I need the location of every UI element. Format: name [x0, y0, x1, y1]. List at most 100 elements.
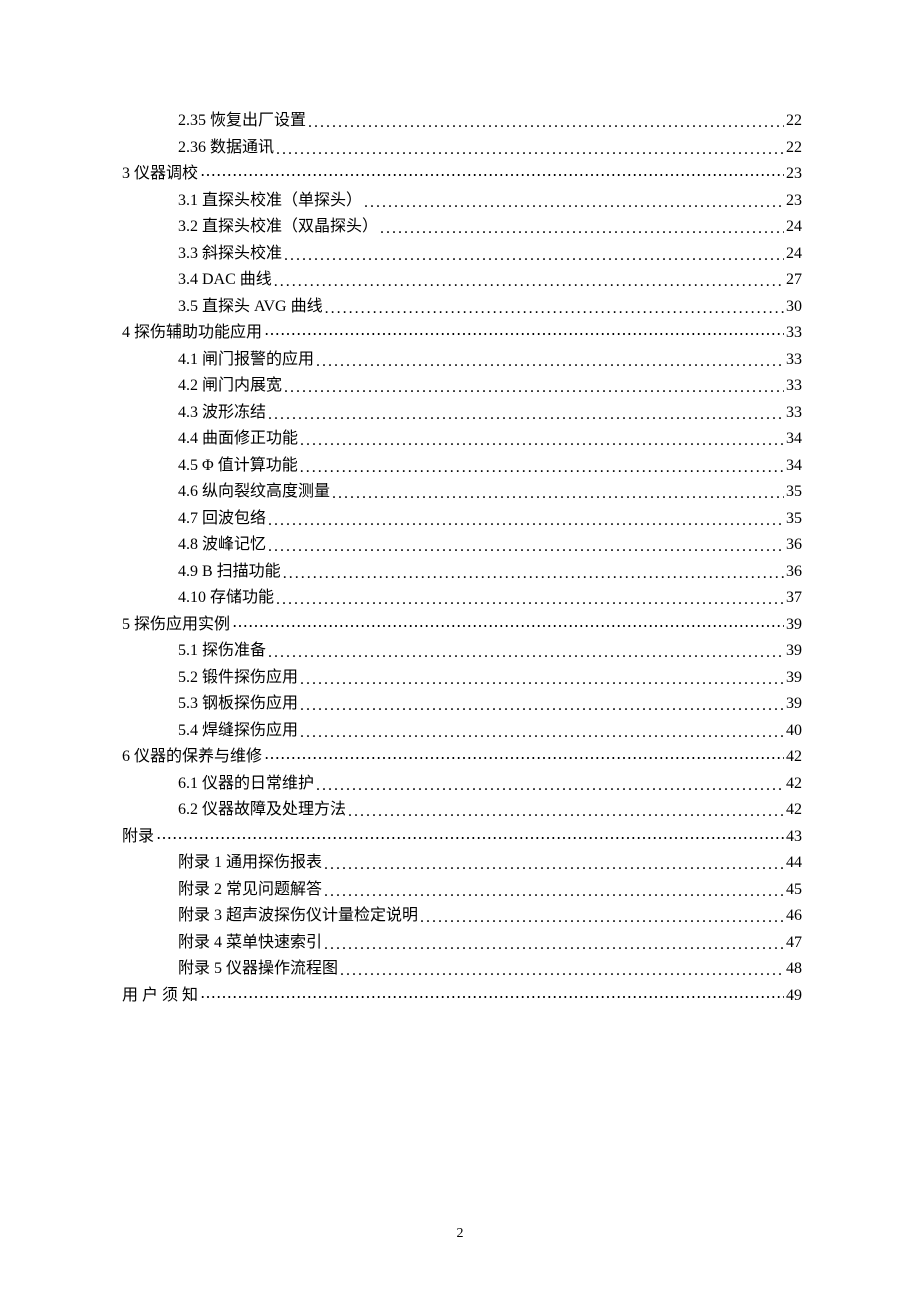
toc-entry-label: 附录 4 菜单快速索引 [178, 930, 322, 957]
toc-entry: 附录 5 仪器操作流程图48 [122, 956, 802, 983]
toc-leader-dots [276, 587, 784, 614]
toc-entry: 4 探伤辅助功能应用 33 [122, 320, 802, 347]
toc-entry-page: 30 [786, 294, 802, 321]
toc-entry-page: 42 [786, 771, 802, 798]
toc-leader-dots [420, 905, 784, 932]
toc-entry-label: 3.2 直探头校准（双晶探头） [178, 214, 378, 241]
toc-leader-dots [324, 932, 784, 959]
toc-entry: 4.3 波形冻结33 [122, 400, 802, 427]
toc-entry: 3 仪器调校23 [122, 161, 802, 188]
toc-leader-dots [300, 667, 784, 694]
toc-leader-dots [325, 296, 784, 323]
toc-entry: 4.9 B 扫描功能36 [122, 559, 802, 586]
toc-entry-page: 24 [786, 241, 802, 268]
toc-entry-page: 36 [786, 559, 802, 586]
toc-entry-label: 用 户 须 知 [122, 983, 198, 1010]
toc-entry-label: 4.4 曲面修正功能 [178, 426, 298, 453]
toc-entry-label: 6.1 仪器的日常维护 [178, 771, 314, 798]
toc-entry: 附录 2 常见问题解答 45 [122, 877, 802, 904]
toc-entry: 附录 1 通用探伤报表44 [122, 850, 802, 877]
toc-entry-label: 4.8 波峰记忆 [178, 532, 266, 559]
toc-entry: 3.4 DAC 曲线27 [122, 267, 802, 294]
toc-entry: 5.2 锻件探伤应用 39 [122, 665, 802, 692]
toc-leader-dots [364, 190, 784, 217]
toc-entry: 4.5 Φ 值计算功能34 [122, 453, 802, 480]
toc-entry-label: 5.4 焊缝探伤应用 [178, 718, 298, 745]
toc-entry-page: 39 [786, 612, 802, 639]
toc-leader-dots [284, 375, 784, 402]
toc-entry-page: 39 [786, 638, 802, 665]
toc-entry-label: 附录 5 仪器操作流程图 [178, 956, 338, 983]
toc-entry-page: 39 [786, 691, 802, 718]
toc-leader-dots [300, 455, 784, 482]
toc-entry: 2.36 数据通讯 22 [122, 135, 802, 162]
toc-entry-page: 23 [786, 161, 802, 188]
toc-entry-label: 5.1 探伤准备 [178, 638, 266, 665]
toc-entry-page: 33 [786, 347, 802, 374]
toc-leader-dots [264, 746, 784, 773]
toc-leader-dots [380, 216, 784, 243]
toc-entry-label: 4.10 存储功能 [178, 585, 274, 612]
toc-entry-page: 47 [786, 930, 802, 957]
toc-container: 2.35 恢复出厂设置222.36 数据通讯223 仪器调校233.1 直探头校… [122, 108, 802, 1009]
toc-entry: 5 探伤应用实例 39 [122, 612, 802, 639]
toc-entry-page: 22 [786, 108, 802, 135]
toc-entry: 用 户 须 知49 [122, 983, 802, 1010]
toc-leader-dots [316, 773, 784, 800]
toc-leader-dots [276, 137, 784, 164]
toc-entry-page: 36 [786, 532, 802, 559]
toc-entry-label: 附录 [122, 824, 154, 851]
toc-leader-dots [232, 614, 784, 641]
toc-entry-page: 45 [786, 877, 802, 904]
toc-entry: 4.10 存储功能37 [122, 585, 802, 612]
toc-leader-dots [340, 958, 784, 985]
toc-entry-page: 34 [786, 453, 802, 480]
toc-entry-label: 4 探伤辅助功能应用 [122, 320, 262, 347]
toc-entry-label: 2.36 数据通讯 [178, 135, 274, 162]
toc-entry-page: 43 [786, 824, 802, 851]
toc-entry: 5.4 焊缝探伤应用 40 [122, 718, 802, 745]
toc-leader-dots [200, 163, 784, 190]
toc-entry-label: 附录 2 常见问题解答 [178, 877, 322, 904]
toc-entry: 6.2 仪器故障及处理方法 42 [122, 797, 802, 824]
toc-entry-page: 23 [786, 188, 802, 215]
toc-entry-page: 33 [786, 320, 802, 347]
toc-entry-label: 5.2 锻件探伤应用 [178, 665, 298, 692]
toc-entry-page: 42 [786, 797, 802, 824]
toc-entry: 6.1 仪器的日常维护 42 [122, 771, 802, 798]
toc-entry: 3.1 直探头校准（单探头） 23 [122, 188, 802, 215]
toc-entry-page: 46 [786, 903, 802, 930]
page-number: 2 [0, 1226, 920, 1242]
toc-entry: 3.2 直探头校准（双晶探头） 24 [122, 214, 802, 241]
toc-leader-dots [348, 799, 784, 826]
toc-entry-page: 33 [786, 400, 802, 427]
toc-leader-dots [284, 243, 784, 270]
toc-entry-label: 4.6 纵向裂纹高度测量 [178, 479, 330, 506]
toc-entry: 附录 3 超声波探伤仪计量检定说明46 [122, 903, 802, 930]
toc-entry-label: 3.1 直探头校准（单探头） [178, 188, 362, 215]
toc-leader-dots [283, 561, 784, 588]
toc-leader-dots [308, 110, 784, 137]
toc-entry-label: 4.2 闸门内展宽 [178, 373, 282, 400]
toc-entry-label: 6.2 仪器故障及处理方法 [178, 797, 346, 824]
toc-entry-page: 40 [786, 718, 802, 745]
toc-entry-page: 33 [786, 373, 802, 400]
toc-entry: 2.35 恢复出厂设置22 [122, 108, 802, 135]
toc-leader-dots [274, 269, 784, 296]
toc-entry-label: 附录 1 通用探伤报表 [178, 850, 322, 877]
toc-leader-dots [324, 879, 784, 906]
toc-leader-dots [324, 852, 784, 879]
toc-entry: 4.7 回波包络35 [122, 506, 802, 533]
toc-entry: 附录 43 [122, 824, 802, 851]
toc-leader-dots [264, 322, 784, 349]
toc-entry-page: 39 [786, 665, 802, 692]
toc-entry: 3.3 斜探头校准24 [122, 241, 802, 268]
toc-entry-label: 5 探伤应用实例 [122, 612, 230, 639]
toc-leader-dots [268, 402, 784, 429]
toc-entry-page: 22 [786, 135, 802, 162]
toc-entry-page: 24 [786, 214, 802, 241]
toc-entry: 4.6 纵向裂纹高度测量35 [122, 479, 802, 506]
toc-entry: 5.3 钢板探伤应用39 [122, 691, 802, 718]
toc-entry: 5.1 探伤准备 39 [122, 638, 802, 665]
toc-entry: 4.1 闸门报警的应用33 [122, 347, 802, 374]
